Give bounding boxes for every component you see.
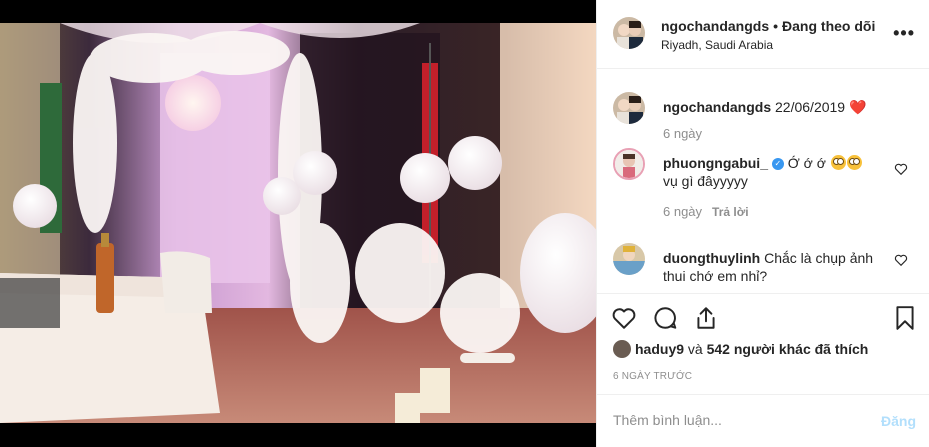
flushed-emoji-icon: [830, 155, 846, 170]
heart-icon[interactable]: [611, 305, 637, 331]
comment-username[interactable]: ngochandangds: [663, 99, 771, 115]
share-icon[interactable]: [693, 305, 719, 331]
comment-text: Ớ ớ ớ: [787, 155, 826, 171]
comment-username[interactable]: duongthuylinh: [663, 250, 760, 266]
comment-input[interactable]: [613, 412, 863, 428]
heart-emoji-icon: ❤️: [848, 99, 867, 115]
comment-time[interactable]: 6 ngày: [663, 204, 702, 219]
comment-meta: 6 ngày: [663, 126, 702, 141]
comment-text: 22/06/2019: [775, 99, 846, 115]
post-side-panel: ngochandangds • Đang theo dõi Riyadh, Saud…: [596, 0, 929, 447]
follow-status-button[interactable]: Đang theo dõi: [782, 18, 875, 34]
likes-connector: và: [687, 341, 703, 357]
separator-dot: •: [773, 18, 779, 34]
comment-text-line2: vụ gì đâyyyyy: [663, 173, 748, 189]
comment-body: ngochandangds 22/06/2019 ❤️: [663, 98, 883, 116]
comments-list[interactable]: ngochandangds 22/06/2019 ❤️ 6 ngày phuon…: [597, 70, 929, 294]
comment-avatar[interactable]: [613, 148, 645, 180]
comment-body: duongthuylinh Chắc là chụp ảnh thui chớ …: [663, 249, 883, 285]
header-user-line: ngochandangds • Đang theo dõi: [661, 18, 875, 34]
comment-icon[interactable]: [652, 305, 678, 331]
likes-summary[interactable]: haduy9 và 542 người khác đã thích: [613, 340, 868, 362]
likes-suffix: đã thích: [814, 341, 869, 357]
post-comment-button[interactable]: Đăng: [881, 413, 916, 429]
likes-others-count[interactable]: 542 người khác: [707, 341, 811, 357]
bookmark-icon[interactable]: [892, 305, 918, 331]
comment-username[interactable]: phuongngabui_: [663, 155, 768, 171]
comment-avatar[interactable]: [613, 243, 645, 275]
author-avatar[interactable]: [613, 17, 645, 49]
flushed-emoji-icon: [846, 155, 862, 170]
author-username[interactable]: ngochandangds: [661, 18, 769, 34]
add-comment-bar: Đăng: [597, 394, 929, 447]
comment-time[interactable]: 6 ngày: [663, 126, 702, 141]
reply-button[interactable]: Trả lời: [712, 205, 749, 219]
post-media[interactable]: [0, 0, 596, 447]
comment-like-heart-icon[interactable]: [894, 162, 908, 176]
post-photo[interactable]: [0, 23, 596, 423]
comment-like-heart-icon[interactable]: [894, 253, 908, 267]
post-location[interactable]: Riyadh, Saudi Arabia: [661, 38, 773, 52]
post-date[interactable]: 6 NGÀY TRƯỚC: [613, 371, 692, 382]
verified-badge-icon: ✓: [771, 158, 784, 171]
liker-avatar: [613, 340, 631, 358]
more-horizontal-icon[interactable]: •••: [893, 24, 915, 42]
comment-body: phuongngabui_ ✓ Ớ ớ ớ vụ gì đâyyyyy: [663, 154, 883, 190]
post-header: ngochandangds • Đang theo dõi Riyadh, Saud…: [597, 0, 929, 69]
liker-username[interactable]: haduy9: [635, 341, 684, 357]
comment-meta: 6 ngày Trả lời: [663, 204, 749, 219]
comment-avatar[interactable]: [613, 92, 645, 124]
post-actions: [597, 296, 929, 340]
